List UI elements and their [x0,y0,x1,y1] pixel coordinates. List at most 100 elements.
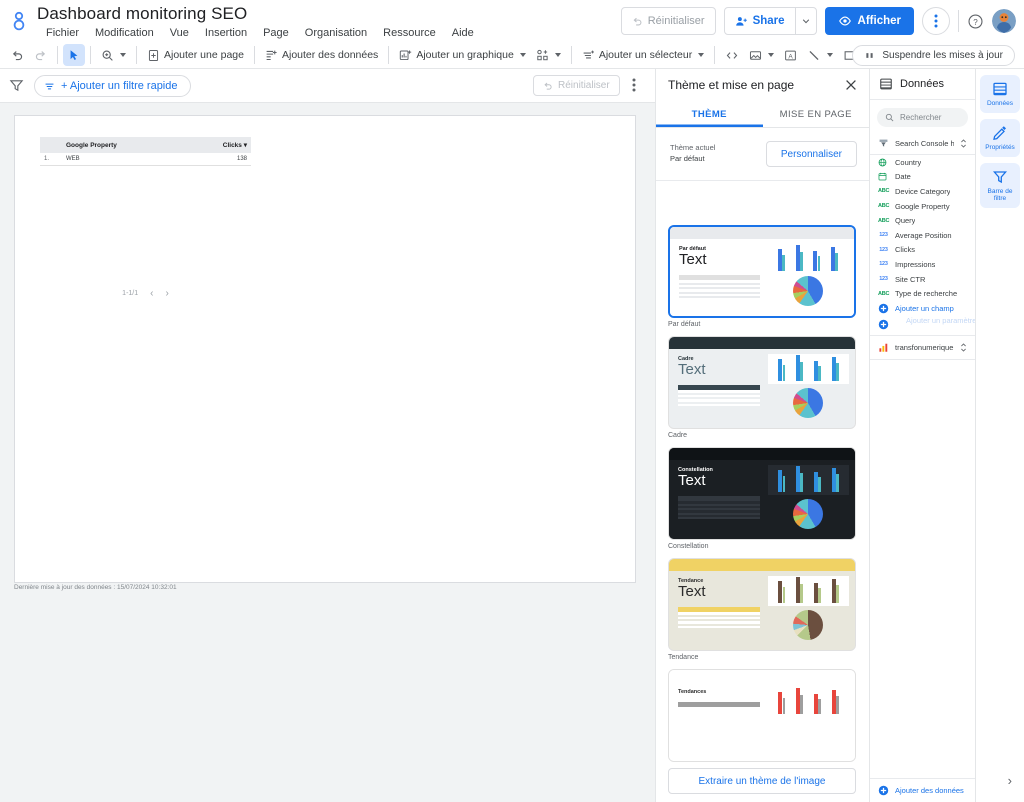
share-button[interactable]: Share [723,7,817,35]
menu-item-organisation[interactable]: Organisation [297,25,375,41]
add-control-button[interactable]: Ajouter un sélecteur [577,44,709,66]
extract-theme-button[interactable]: Extraire un thème de l'image [668,768,856,794]
thumbnail-bar-group [778,581,786,603]
select-tool-button[interactable] [63,44,85,66]
thumbnail-chart-col [766,349,855,428]
undo-icon [632,16,643,27]
insert-line-button[interactable] [802,44,838,66]
plus-circle-icon [878,785,889,796]
menu-item-page[interactable]: Page [255,25,297,41]
insert-text-button[interactable]: A [779,44,802,66]
document-title[interactable]: Dashboard monitoring SEO [37,4,247,24]
reset-button[interactable]: Réinitialiser [620,7,716,35]
rail-item-proprietes[interactable]: Propriétés [980,118,1020,157]
rail-item-barre-de-filtre[interactable]: Barre de filtre [980,162,1020,209]
unfold-icon[interactable] [960,138,967,149]
toolbar-divider [958,10,959,32]
field-site-ctr[interactable]: 123 Site CTR [870,272,975,287]
share-button-label-group[interactable]: Share [725,8,795,34]
tab-layout[interactable]: MISE EN PAGE [763,101,870,127]
data-source-row[interactable]: Search Console htt... [870,133,975,155]
field-google-property[interactable]: ABC Google Property [870,199,975,214]
thumbnail-table-mock [678,384,760,409]
filter-funnel-icon[interactable] [9,78,24,93]
theme-thumbnail[interactable]: Par défaut Text [668,225,856,318]
menu-item-modification[interactable]: Modification [87,25,162,41]
report-canvas[interactable]: Google Property Clicks ▾ 1. WEB 138 1-1/… [0,103,655,802]
zoom-tool-button[interactable] [96,44,131,66]
table-col-google-property[interactable]: Google Property [62,137,185,153]
report-page[interactable]: Google Property Clicks ▾ 1. WEB 138 1-1/… [14,115,636,583]
more-options-button[interactable] [922,7,950,35]
thumbnail-bar [782,698,786,714]
field-clicks[interactable]: 123 Clicks [870,243,975,258]
unfold-icon[interactable] [960,342,967,353]
thumbnail-chart-col [766,571,855,650]
add-page-button[interactable]: Ajouter une page [142,44,249,66]
table-col-clicks[interactable]: Clicks ▾ [184,137,251,153]
theme-thumbnail[interactable]: Tendances [668,669,856,762]
report-table[interactable]: Google Property Clicks ▾ 1. WEB 138 [40,137,251,166]
chevron-down-icon [802,17,810,25]
theme-option-par-defaut[interactable]: Par défaut Text Par défaut [656,225,869,336]
menu-item-ressource[interactable]: Ressource [375,25,444,41]
field-average-position[interactable]: 123 Average Position [870,228,975,243]
embed-code-button[interactable] [720,44,744,66]
share-dropdown-toggle[interactable] [796,8,816,34]
close-icon[interactable] [843,77,859,93]
field-device-category[interactable]: ABC Device Category [870,184,975,199]
undo-button[interactable] [6,44,29,66]
menu-item-insertion[interactable]: Insertion [197,25,255,41]
theme-option-tendances[interactable]: Tendances [656,669,869,770]
menu-item-aide[interactable]: Aide [444,25,482,41]
field-impressions[interactable]: 123 Impressions [870,257,975,272]
data-panel-header: Données [870,69,975,100]
theme-thumbnail-list[interactable]: Par défaut Text Par défaut Cadre Text Ca… [656,225,869,802]
theme-option-tendance[interactable]: Tendance Text Tendance [656,558,869,669]
theme-thumbnail[interactable]: Cadre Text [668,336,856,429]
chevron-right-icon[interactable]: › [1008,773,1012,788]
dataset-row[interactable]: transfonumerique... [870,334,975,360]
help-circle-icon[interactable]: ? [967,13,984,30]
rail-item-donnees[interactable]: Données [980,75,1020,113]
edit-toolbar: Ajouter une page Ajouter des données Ajo… [0,42,1024,69]
toolbar-divider [253,46,255,64]
add-quick-filter-chip[interactable]: + Ajouter un filtre rapide [34,75,191,97]
menu-item-fichier[interactable]: Fichier [38,25,87,41]
filter-bar-more-button[interactable] [632,78,636,92]
chevron-left-icon[interactable]: ‹ [150,288,153,299]
code-embed-icon [725,49,739,62]
pause-updates-button[interactable]: Suspendre les mises à jour [852,45,1015,66]
theme-thumbnail[interactable]: Constellation Text [668,447,856,540]
community-viz-button[interactable] [531,44,566,66]
thumbnail-table-header [679,274,760,280]
table-row[interactable]: 1. WEB 138 [40,153,251,166]
menu-item-vue[interactable]: Vue [162,25,197,41]
insert-image-button[interactable] [744,44,779,66]
field-name: Google Property [895,201,950,211]
chevron-right-icon[interactable]: › [165,288,168,299]
theme-option-cadre[interactable]: Cadre Text Cadre [656,336,869,447]
theme-name-label: Cadre [668,432,688,439]
customize-button[interactable]: Personnaliser [765,141,857,167]
add-data-button[interactable]: Ajouter des données [260,44,383,66]
tab-theme[interactable]: THÈME [656,101,763,127]
thumbnail-text-col: Cadre Text [669,349,766,428]
user-avatar[interactable] [992,9,1016,33]
number-type-icon: 123 [879,261,888,268]
redo-button[interactable] [29,44,52,66]
theme-option-constellation[interactable]: Constellation Text Constellation [656,447,869,558]
view-button[interactable]: Afficher [824,7,914,35]
add-data-footer-button[interactable]: Ajouter des données [870,778,975,802]
looker-studio-logo-icon[interactable] [8,8,34,34]
filter-reset-button[interactable]: Réinitialiser [533,75,620,96]
add-field-button[interactable]: Ajouter un champ [870,301,975,317]
field-query[interactable]: ABC Query [870,213,975,228]
add-chart-button[interactable]: Ajouter un graphique [394,44,531,66]
field-date[interactable]: Date [870,170,975,185]
field-name: Impressions [895,259,936,269]
theme-thumbnail[interactable]: Tendance Text [668,558,856,651]
field-type-de-recherche[interactable]: ABC Type de recherche [870,286,975,301]
search-input[interactable]: Rechercher [877,108,968,127]
field-country[interactable]: Country [870,155,975,170]
